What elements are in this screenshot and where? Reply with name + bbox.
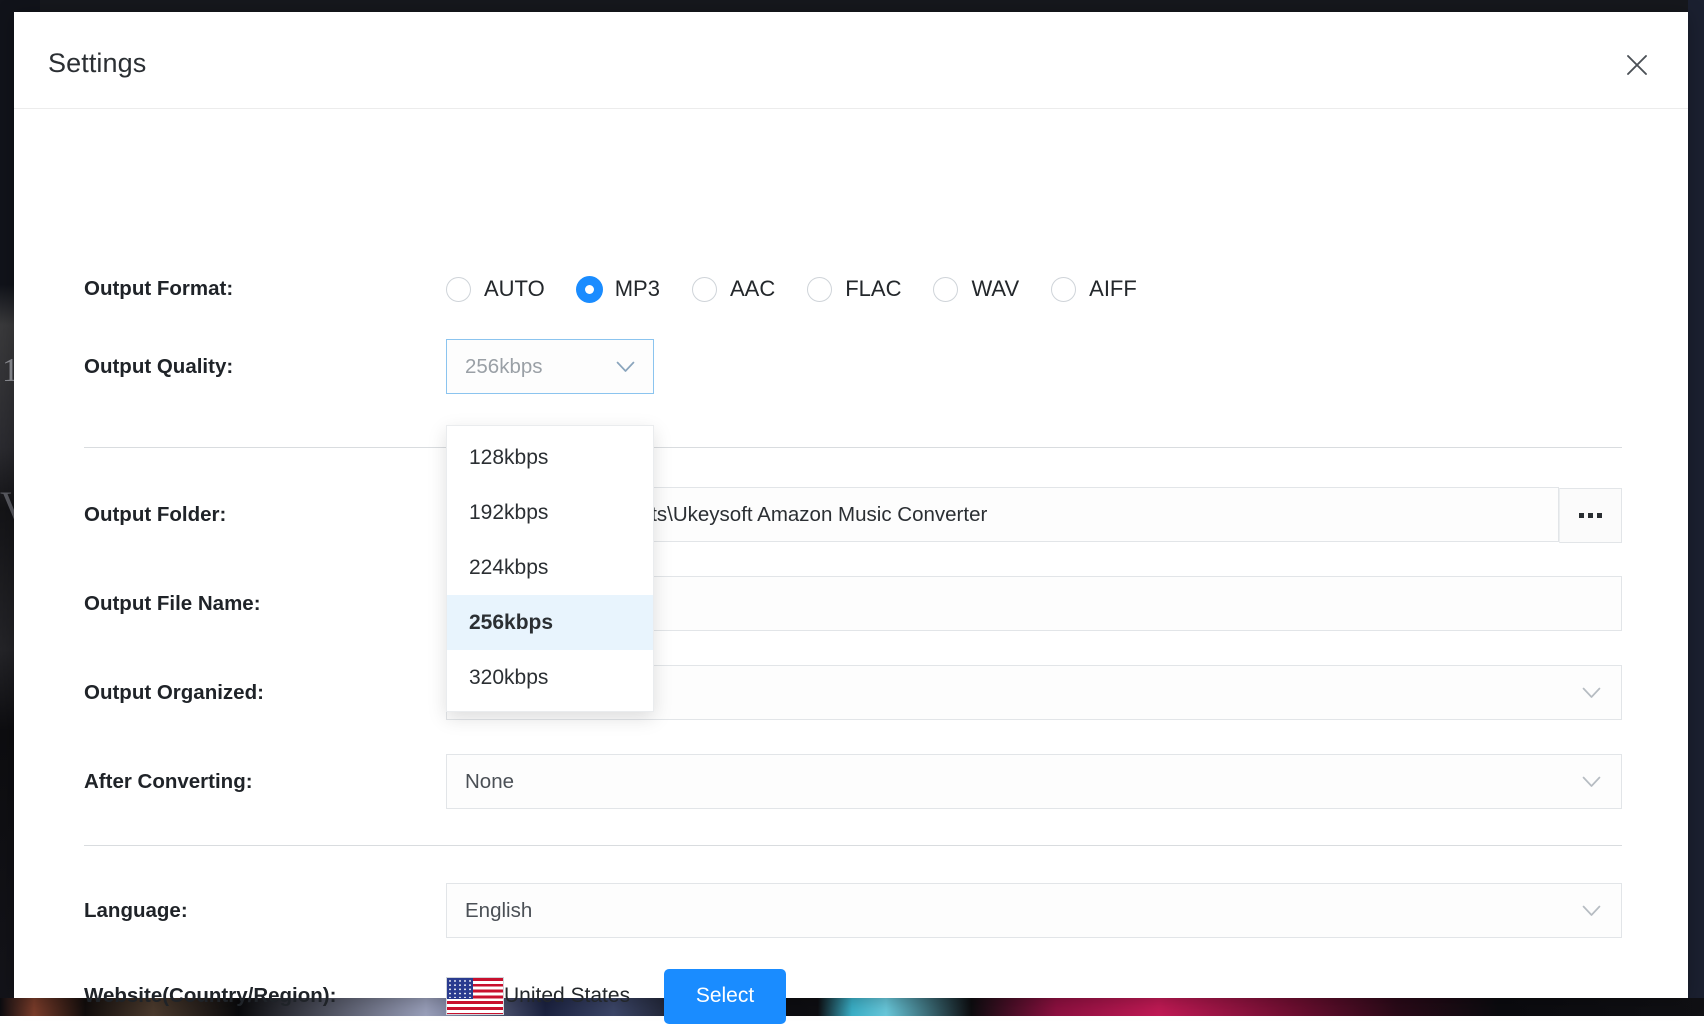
output-folder-value: nents\Ukeysoft Amazon Music Converter	[617, 503, 987, 527]
quality-option-label: 128kbps	[469, 446, 548, 470]
row-output-organized: Output Organized:	[14, 665, 1688, 721]
language-value: English	[465, 899, 532, 923]
radio-label: AIFF	[1089, 276, 1137, 302]
select-region-button[interactable]: Select	[664, 969, 786, 1024]
radio-output-format-flac[interactable]: FLAC	[807, 276, 901, 302]
dialog-header: Settings	[14, 12, 1688, 109]
quality-option-label: 256kbps	[469, 611, 553, 635]
close-icon[interactable]	[1614, 42, 1660, 88]
radio-circle-selected-icon	[577, 277, 602, 302]
radio-circle-icon	[446, 277, 471, 302]
row-output-file-name: Output File Name:	[14, 576, 1688, 632]
row-after-converting: After Converting: None	[14, 754, 1688, 810]
language-select[interactable]: English	[446, 883, 1622, 938]
settings-dialog: Settings Output Format: AUTO MP3	[14, 12, 1688, 998]
quality-option-192kbps[interactable]: 192kbps	[447, 485, 653, 540]
label-output-organized: Output Organized:	[84, 681, 414, 705]
radio-label: WAV	[971, 276, 1019, 302]
label-output-format: Output Format:	[84, 277, 414, 301]
radio-circle-icon	[692, 277, 717, 302]
radio-circle-icon	[1051, 277, 1076, 302]
flag-canton	[447, 978, 473, 999]
radio-circle-icon	[807, 277, 832, 302]
radio-circle-icon	[933, 277, 958, 302]
label-language: Language:	[84, 899, 414, 923]
page-title: Settings	[48, 48, 146, 79]
radio-output-format-aiff[interactable]: AIFF	[1051, 276, 1137, 302]
select-region-label: Select	[696, 984, 754, 1008]
label-website-region: Website(Country/Region):	[84, 984, 414, 1008]
quality-option-128kbps[interactable]: 128kbps	[447, 430, 653, 485]
label-after-converting: After Converting:	[84, 770, 414, 794]
output-format-radio-group: AUTO MP3 AAC FLAC WAV	[446, 276, 1169, 302]
after-converting-select[interactable]: None	[446, 754, 1622, 809]
quality-option-224kbps[interactable]: 224kbps	[447, 540, 653, 595]
row-output-folder: Output Folder: nents\Ukeysoft Amazon Mus…	[14, 487, 1688, 543]
quality-option-label: 224kbps	[469, 556, 548, 580]
row-output-format: Output Format: AUTO MP3 AAC FLAC	[14, 261, 1688, 317]
chevron-down-icon	[1582, 770, 1601, 794]
radio-label: MP3	[615, 276, 660, 302]
radio-output-format-wav[interactable]: WAV	[933, 276, 1019, 302]
ellipsis-icon	[1579, 513, 1602, 518]
output-quality-value: 256kbps	[465, 355, 543, 379]
label-output-quality: Output Quality:	[84, 355, 414, 379]
browse-folder-button[interactable]	[1559, 488, 1622, 543]
chevron-down-icon	[1582, 681, 1601, 705]
backdrop-right-strip	[1688, 0, 1704, 1016]
quality-option-label: 320kbps	[469, 666, 548, 690]
quality-option-label: 192kbps	[469, 501, 548, 525]
row-language: Language: English	[14, 883, 1688, 939]
output-quality-select[interactable]: 256kbps	[446, 339, 654, 394]
radio-label: AUTO	[484, 276, 545, 302]
country-name: United States	[504, 984, 630, 1008]
radio-output-format-aac[interactable]: AAC	[692, 276, 775, 302]
label-output-file-name: Output File Name:	[84, 592, 414, 616]
row-output-quality: Output Quality: 256kbps	[14, 339, 1688, 395]
after-converting-value: None	[465, 770, 514, 794]
output-quality-dropdown-list[interactable]: 128kbps 192kbps 224kbps 256kbps 320kbps	[446, 425, 654, 712]
radio-output-format-mp3[interactable]: MP3	[577, 276, 660, 302]
radio-label: AAC	[730, 276, 775, 302]
radio-label: FLAC	[845, 276, 901, 302]
section-divider-1	[84, 447, 1622, 448]
quality-option-320kbps[interactable]: 320kbps	[447, 650, 653, 705]
radio-output-format-auto[interactable]: AUTO	[446, 276, 545, 302]
section-divider-2	[84, 845, 1622, 846]
chevron-down-icon	[616, 355, 635, 379]
us-flag-icon	[446, 977, 504, 1015]
quality-option-256kbps[interactable]: 256kbps	[447, 595, 653, 650]
chevron-down-icon	[1582, 899, 1601, 923]
label-output-folder: Output Folder:	[84, 503, 414, 527]
